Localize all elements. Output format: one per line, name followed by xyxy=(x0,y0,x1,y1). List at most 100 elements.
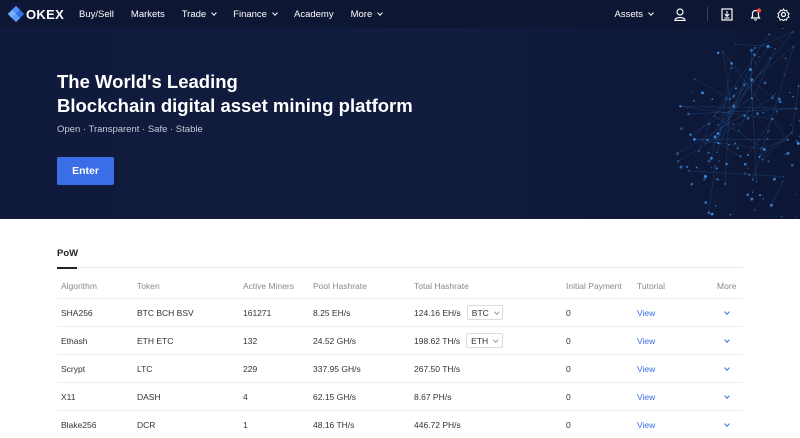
nav-item-finance[interactable]: Finance xyxy=(233,9,278,20)
globe-dot xyxy=(725,162,728,166)
nav-item-markets[interactable]: Markets xyxy=(131,9,165,20)
coin-select-value: BTC xyxy=(471,307,489,318)
globe-dot xyxy=(792,95,794,98)
globe-dot xyxy=(753,47,756,49)
hero-title-line2: Blockchain digital asset mining platform xyxy=(57,95,413,116)
globe-network-illustration xyxy=(675,28,800,218)
globe-dot xyxy=(778,100,782,104)
expand-row-chevron-icon[interactable] xyxy=(724,420,730,427)
nav-menu: Buy/Sell Markets Trade Finance Academy M… xyxy=(79,0,399,28)
active-miners-cell: 132 xyxy=(243,335,258,346)
globe-dot xyxy=(762,111,765,114)
globe-dot xyxy=(780,215,783,218)
expand-row-chevron-icon[interactable] xyxy=(724,308,730,315)
globe-link-line xyxy=(750,69,757,182)
globe-dot xyxy=(795,193,797,195)
globe-link-line xyxy=(716,54,755,153)
okex-logo[interactable]: OKEX xyxy=(7,0,64,28)
globe-dot xyxy=(703,174,707,178)
pool-hashrate-cell: 337.95 GH/s xyxy=(313,363,361,374)
coin-select[interactable]: ETH xyxy=(466,333,503,348)
nav-item-trade[interactable]: Trade xyxy=(182,9,218,20)
globe-dot xyxy=(715,151,718,154)
table-row: SHA256 BTC BCH BSV 161271 8.25 EH/s 124.… xyxy=(57,299,743,327)
settings-icon[interactable] xyxy=(776,7,790,21)
globe-dot xyxy=(769,203,773,207)
download-icon[interactable] xyxy=(720,7,734,21)
globe-link-line xyxy=(791,85,799,133)
globe-dot xyxy=(747,167,750,170)
globe-dot xyxy=(711,167,713,169)
token-cell: ETH ETC xyxy=(137,335,174,346)
globe-link-line xyxy=(688,108,797,115)
globe-link-line xyxy=(677,118,749,162)
globe-dot xyxy=(676,160,680,163)
mining-pool-table: Algorithm Token Active Miners Pool Hashr… xyxy=(57,274,743,438)
coin-select[interactable]: BTC xyxy=(466,305,504,320)
globe-dot xyxy=(694,78,696,80)
nav-item-label: Markets xyxy=(130,8,165,20)
tab-pow[interactable]: PoW xyxy=(57,248,78,269)
initial-payment-cell: 0 xyxy=(566,307,571,318)
globe-dot xyxy=(767,160,770,163)
column-header-active-miners: Active Miners xyxy=(243,281,295,291)
assets-menu[interactable]: Assets xyxy=(614,8,654,20)
algorithm-tabs: PoW xyxy=(57,248,743,269)
coin-select-value: ETH xyxy=(471,335,489,346)
expand-row-chevron-icon[interactable] xyxy=(724,364,730,371)
globe-dot xyxy=(772,177,776,181)
active-miners-cell: 1 xyxy=(243,419,248,430)
column-header-algorithm: Algorithm xyxy=(61,281,97,291)
tutorial-view-link[interactable]: View xyxy=(637,364,655,374)
algorithm-cell: Blake256 xyxy=(61,419,97,430)
hero-title-line1: The World's Leading xyxy=(57,71,238,92)
column-header-tutorial: Tutorial xyxy=(637,281,666,291)
nav-item-buy-sell[interactable]: Buy/Sell xyxy=(79,9,114,20)
globe-link-line xyxy=(751,31,793,51)
table-row: Scrypt LTC 229 337.95 GH/s 267.50 TH/s 0… xyxy=(57,355,743,383)
chevron-down-icon xyxy=(494,309,500,314)
tutorial-view-link[interactable]: View xyxy=(637,308,655,318)
algorithm-cell: SHA256 xyxy=(61,307,93,318)
total-hashrate-cell: 446.72 PH/s xyxy=(414,419,461,430)
globe-dot xyxy=(795,139,798,143)
globe-link-line xyxy=(708,166,716,213)
globe-dot xyxy=(718,160,720,162)
globe-link-line xyxy=(717,57,771,134)
user-icon[interactable] xyxy=(673,7,687,21)
globe-link-line xyxy=(760,139,788,149)
nav-item-more[interactable]: More xyxy=(351,9,384,20)
globe-dot xyxy=(714,205,717,207)
globe-link-line xyxy=(735,44,769,47)
total-hashrate-cell: 8.67 PH/s xyxy=(414,391,452,402)
globe-link-line xyxy=(771,181,783,206)
hero-banner: The World's Leading Blockchain digital a… xyxy=(0,28,800,219)
enter-button[interactable]: Enter xyxy=(57,157,114,185)
token-cell: DASH xyxy=(137,391,161,402)
globe-dot xyxy=(758,193,762,197)
pool-hashrate-cell: 8.25 EH/s xyxy=(313,307,351,318)
algorithm-cell: Ethash xyxy=(61,335,88,346)
expand-row-chevron-icon[interactable] xyxy=(724,336,730,343)
expand-row-chevron-icon[interactable] xyxy=(724,392,730,399)
globe-dot xyxy=(775,93,777,95)
initial-payment-cell: 0 xyxy=(566,335,571,346)
nav-item-academy[interactable]: Academy xyxy=(294,9,334,20)
globe-dot xyxy=(784,153,786,156)
chevron-down-icon xyxy=(377,9,384,16)
bell-icon[interactable] xyxy=(748,7,762,21)
tutorial-view-link[interactable]: View xyxy=(637,392,655,402)
column-header-pool-hashrate: Pool Hashrate xyxy=(313,281,367,291)
globe-dot xyxy=(679,165,683,169)
chevron-down-icon xyxy=(272,9,278,16)
assets-label: Assets xyxy=(614,8,643,20)
globe-dot xyxy=(762,198,764,200)
tutorial-view-link[interactable]: View xyxy=(637,336,655,346)
globe-dot xyxy=(729,213,732,216)
nav-item-label: Buy/Sell xyxy=(79,8,114,20)
tutorial-view-link[interactable]: View xyxy=(637,420,655,430)
globe-dot xyxy=(758,56,760,58)
globe-dot xyxy=(743,162,747,166)
initial-payment-cell: 0 xyxy=(566,391,571,402)
column-header-more: More xyxy=(717,281,737,291)
